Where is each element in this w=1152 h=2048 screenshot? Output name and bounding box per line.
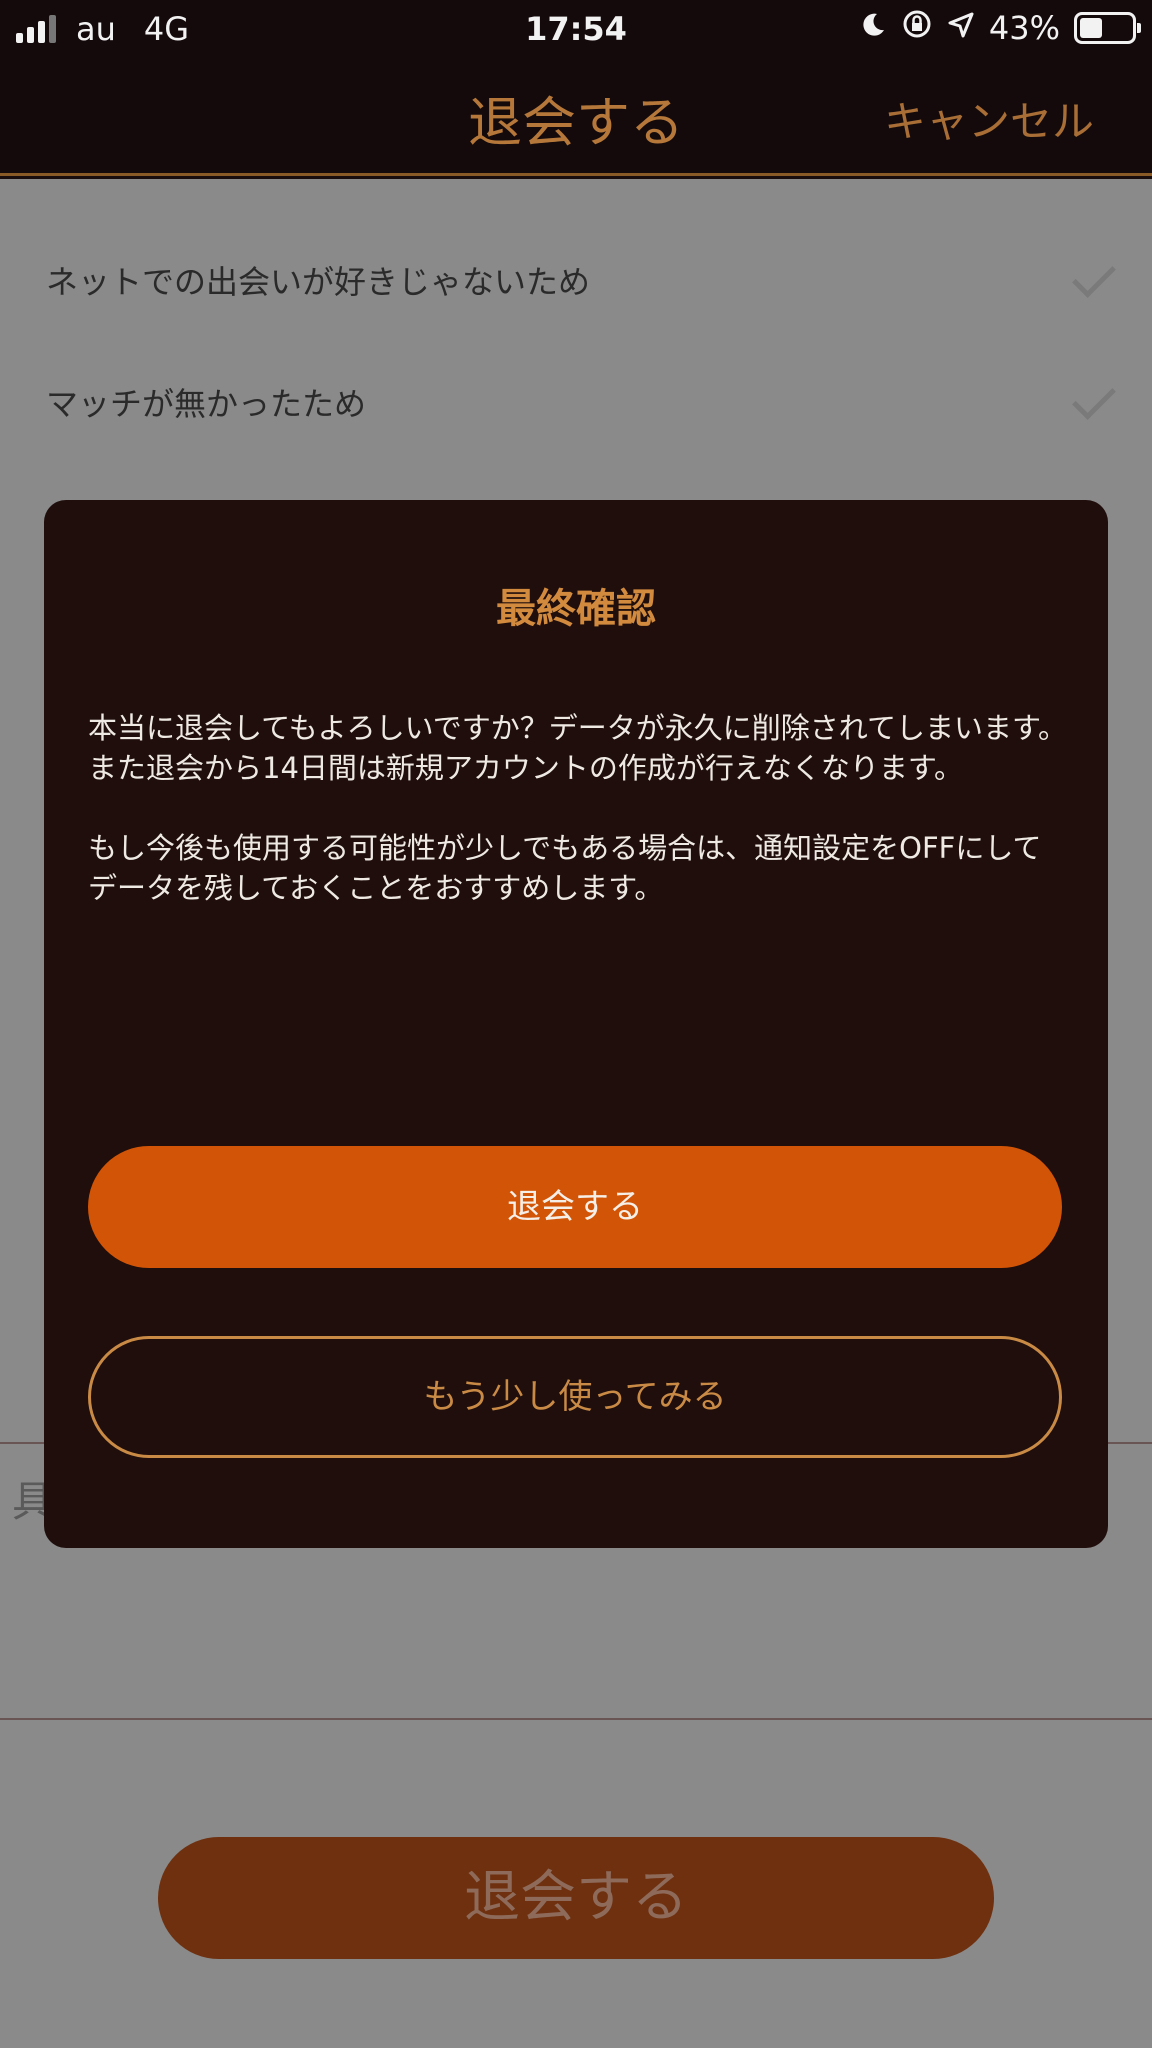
reason-item-1[interactable]: ネットでの出会いが好きじゃないため (46, 257, 590, 303)
moon-icon (859, 9, 887, 47)
screen: au 4G 17:54 43% 退会する キャンセル ネットでの出会いが好きじゃ… (0, 0, 1152, 2048)
status-right: 43% (859, 8, 1141, 48)
location-arrow-icon (947, 9, 975, 47)
checkmark-icon (1072, 376, 1116, 420)
withdraw-button[interactable]: 退会する (158, 1837, 994, 1959)
battery-fill (1080, 18, 1102, 38)
rotation-lock-icon (901, 8, 933, 48)
status-bar: au 4G 17:54 43% (0, 0, 1152, 58)
dialog-title: 最終確認 (496, 586, 656, 632)
checkmark-icon (1072, 254, 1116, 298)
dialog-message: 本当に退会してもよろしいですか？データが永久に削除されてしまいます。また退会から… (88, 708, 1068, 908)
battery-icon (1074, 12, 1141, 44)
keep-using-button[interactable]: もう少し使ってみる (88, 1336, 1062, 1458)
dialog-paragraph-2: もし今後も使用する可能性が少しでもある場合は、通知設定をOFFにしてデータを残し… (88, 831, 1042, 905)
nav-bar: 退会する キャンセル (0, 58, 1152, 176)
battery-percent: 43% (988, 9, 1060, 47)
confirm-dialog: 最終確認 本当に退会してもよろしいですか？データが永久に削除されてしまいます。ま… (44, 500, 1108, 1548)
cancel-button[interactable]: キャンセル (884, 88, 1094, 149)
reason-item-2[interactable]: マッチが無かったため (46, 379, 366, 425)
confirm-withdraw-button[interactable]: 退会する (88, 1146, 1062, 1268)
dialog-paragraph-1: 本当に退会してもよろしいですか？データが永久に削除されてしまいます。また退会から… (88, 711, 1068, 785)
